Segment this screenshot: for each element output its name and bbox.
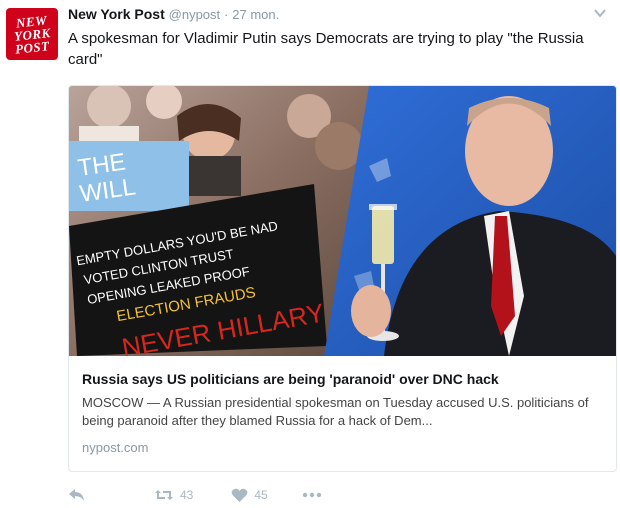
tweet-actions: 43 45 [68, 484, 350, 506]
account-name[interactable]: New York Post [68, 6, 165, 22]
card-title[interactable]: Russia says US politicians are being 'pa… [82, 371, 603, 387]
like-button[interactable]: 45 [231, 488, 268, 503]
retweet-count: 43 [180, 488, 194, 502]
heart-icon [231, 488, 248, 502]
retweet-button[interactable]: 43 [154, 487, 193, 503]
like-count: 45 [254, 488, 268, 502]
account-handle[interactable]: @nypost [169, 7, 221, 22]
retweet-icon [155, 490, 173, 500]
card-description: MOSCOW — A Russian presidential spokesma… [82, 395, 589, 428]
avatar-line-3: POST [14, 37, 50, 57]
separator-dot: · [224, 7, 229, 22]
chevron-down-icon[interactable] [594, 8, 606, 18]
avatar[interactable]: NEW YORK POST [6, 8, 58, 60]
tweet-header: New York Post @nypost · 27 mon. [68, 6, 610, 26]
more-button[interactable] [302, 492, 322, 498]
link-card[interactable]: THE WILL EMPTY DOLLARS YOU'D BE NAD VOTE… [68, 85, 617, 472]
tweet-text: A spokesman for Vladimir Putin says Demo… [68, 30, 584, 68]
card-domain[interactable]: nypost.com [82, 440, 603, 455]
more-icon [302, 492, 321, 498]
reply-button[interactable] [68, 487, 86, 503]
card-image: THE WILL EMPTY DOLLARS YOU'D BE NAD VOTE… [69, 86, 616, 356]
card-body: Russia says US politicians are being 'pa… [82, 371, 603, 455]
card-photo: THE WILL EMPTY DOLLARS YOU'D BE NAD VOTE… [69, 86, 616, 356]
timestamp[interactable]: 27 mon. [232, 7, 279, 22]
reply-icon [69, 489, 84, 501]
